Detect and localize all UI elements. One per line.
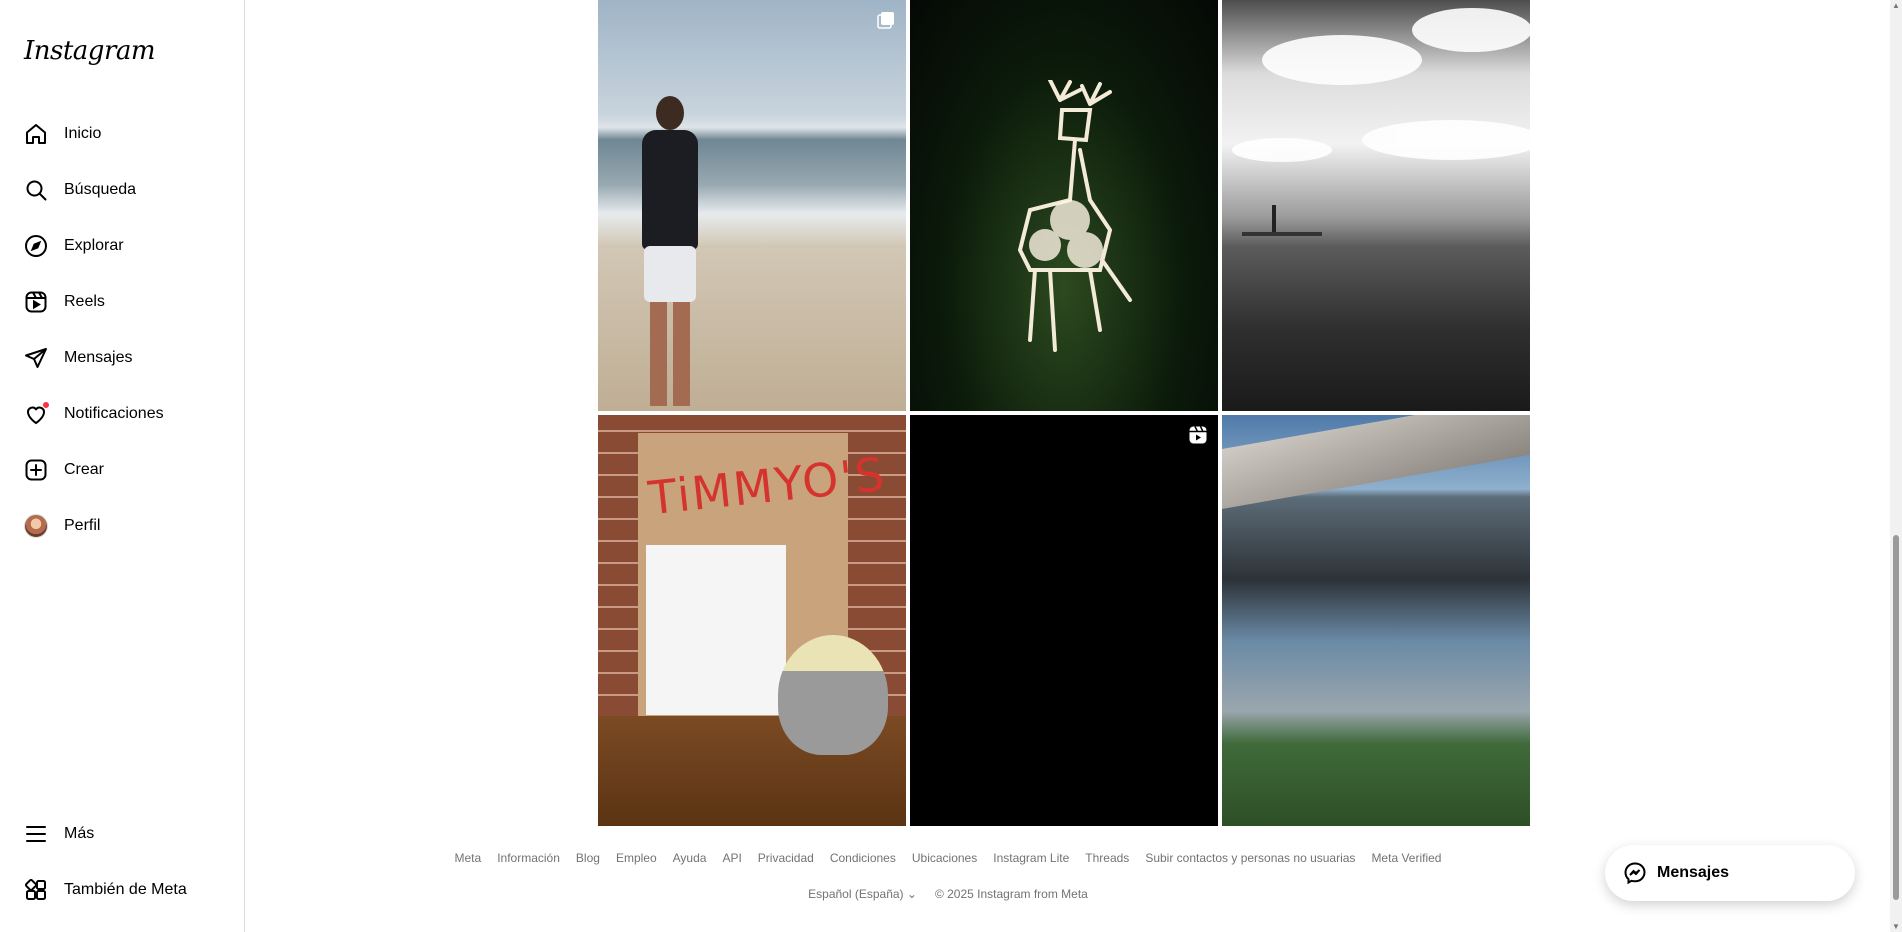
sidebar-item-label: Búsqueda xyxy=(64,181,137,198)
footer-link-api[interactable]: API xyxy=(722,851,741,865)
footer-bottom: Español (España) ⌄ © 2025 Instagram from… xyxy=(245,887,1651,901)
post-tile[interactable] xyxy=(910,415,1218,826)
instagram-logo[interactable]: Instagram xyxy=(24,36,232,90)
sidebar-item-label: Mensajes xyxy=(64,349,133,366)
sidebar-item-mensajes[interactable]: Mensajes xyxy=(12,334,232,382)
heart-icon xyxy=(24,401,50,426)
footer-link-instagram-lite[interactable]: Instagram Lite xyxy=(993,851,1069,865)
language-select[interactable]: Español (España) ⌄ xyxy=(808,887,917,901)
footer-links: Meta Información Blog Empleo Ayuda API P… xyxy=(245,851,1651,865)
scroll-down-icon[interactable]: ▼ xyxy=(1892,922,1900,931)
page-scrollbar[interactable]: ▲ ▼ xyxy=(1890,0,1902,932)
sidebar-item-label: Explorar xyxy=(64,237,124,254)
sidebar-item-mas[interactable]: Más xyxy=(12,810,232,858)
post-tile[interactable]: TiMMYO'S xyxy=(598,415,906,826)
photo-subject xyxy=(1232,8,1530,236)
language-label: Español (España) xyxy=(808,887,904,901)
footer-link-threads[interactable]: Threads xyxy=(1085,851,1129,865)
grid-icon xyxy=(24,878,48,902)
sidebar-item-label: Crear xyxy=(64,461,105,478)
sidebar-item-label: Perfil xyxy=(64,517,101,534)
footer-link-informacion[interactable]: Información xyxy=(497,851,560,865)
sidebar-item-busqueda[interactable]: Búsqueda xyxy=(12,166,232,214)
scroll-up-icon[interactable]: ▲ xyxy=(1892,1,1900,10)
carousel-icon xyxy=(877,12,894,29)
sidebar-item-label: Más xyxy=(64,825,95,842)
send-icon xyxy=(24,346,48,370)
sidebar-item-reels[interactable]: Reels xyxy=(12,278,232,326)
footer-link-meta-verified[interactable]: Meta Verified xyxy=(1371,851,1441,865)
sidebar: Instagram Inicio Búsqueda Explorar Reels xyxy=(0,0,245,932)
sidebar-item-label: Inicio xyxy=(64,125,102,142)
footer-link-ayuda[interactable]: Ayuda xyxy=(673,851,707,865)
photo-subject xyxy=(1017,80,1132,352)
sidebar-item-notificaciones[interactable]: Notificaciones xyxy=(12,390,232,438)
copyright: © 2025 Instagram from Meta xyxy=(934,887,1088,901)
messages-button-label: Mensajes xyxy=(1657,864,1730,881)
cockatiel xyxy=(778,635,888,755)
post-grid: TiMMYO'S xyxy=(598,0,1530,826)
photo-subject xyxy=(638,96,702,406)
sign-text: TiMMYO'S xyxy=(645,446,889,526)
footer-link-condiciones[interactable]: Condiciones xyxy=(830,851,896,865)
plus-square-icon xyxy=(24,458,48,482)
sidebar-item-inicio[interactable]: Inicio xyxy=(12,110,232,158)
bottom-nav: Más También de Meta xyxy=(12,806,232,918)
home-icon xyxy=(24,122,48,146)
main-nav: Inicio Búsqueda Explorar Reels Mensajes xyxy=(12,106,232,554)
messages-button[interactable]: Mensajes xyxy=(1605,845,1855,901)
sidebar-item-explorar[interactable]: Explorar xyxy=(12,222,232,270)
reels-icon xyxy=(24,290,48,314)
post-tile[interactable] xyxy=(1222,0,1530,411)
sidebar-item-label: Reels xyxy=(64,293,105,310)
compass-icon xyxy=(24,234,48,258)
notification-dot xyxy=(42,401,50,409)
post-tile[interactable] xyxy=(910,0,1218,411)
reels-icon xyxy=(1189,426,1207,444)
sidebar-item-perfil[interactable]: Perfil xyxy=(12,502,232,550)
chevron-down-icon: ⌄ xyxy=(906,887,917,901)
post-tile[interactable] xyxy=(598,0,906,411)
menu-icon xyxy=(24,822,48,846)
footer-link-empleo[interactable]: Empleo xyxy=(616,851,657,865)
search-icon xyxy=(24,178,48,202)
messenger-icon xyxy=(1624,862,1646,885)
footer-link-privacidad[interactable]: Privacidad xyxy=(758,851,814,865)
sidebar-item-tambien-de-meta[interactable]: También de Meta xyxy=(12,866,232,914)
footer-link-blog[interactable]: Blog xyxy=(576,851,600,865)
footer-link-meta[interactable]: Meta xyxy=(455,851,482,865)
house-roof xyxy=(1222,415,1530,509)
footer-link-ubicaciones[interactable]: Ubicaciones xyxy=(912,851,977,865)
post-tile[interactable] xyxy=(1222,415,1530,826)
sidebar-item-crear[interactable]: Crear xyxy=(12,446,232,494)
drawing-paper xyxy=(646,545,786,715)
footer-link-subir-contactos[interactable]: Subir contactos y personas no usuarias xyxy=(1145,851,1355,865)
avatar xyxy=(24,514,48,538)
sidebar-item-label: También de Meta xyxy=(64,881,187,898)
scrollbar-thumb[interactable] xyxy=(1893,535,1899,900)
sidebar-item-label: Notificaciones xyxy=(64,405,164,422)
footer: Meta Información Blog Empleo Ayuda API P… xyxy=(245,851,1651,901)
